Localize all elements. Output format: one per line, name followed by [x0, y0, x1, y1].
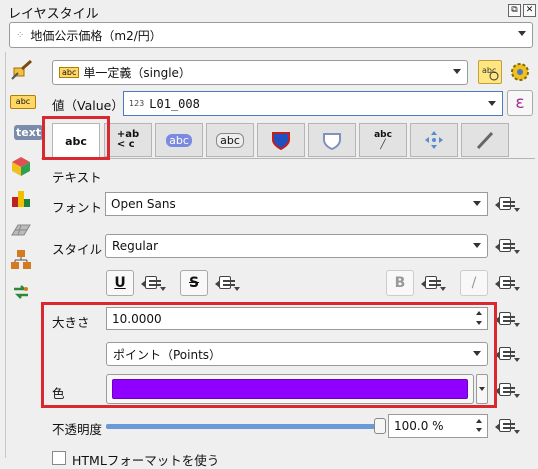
placement-icon: abc [374, 130, 392, 140]
tab-placement[interactable]: abc ╱ [359, 123, 407, 157]
hierarchy-icon[interactable] [10, 249, 34, 271]
font-select[interactable]: Open Sans [105, 192, 488, 216]
brush-icon[interactable] [10, 59, 34, 81]
strikeout-button[interactable]: S [180, 270, 208, 296]
tab-formatting[interactable]: +ab < c [104, 123, 152, 157]
placement-arrows-icon [425, 131, 443, 149]
opacity-slider-fill [106, 424, 382, 429]
data-defined-override-icon[interactable] [495, 344, 521, 364]
panel-divider [5, 52, 6, 458]
layer-select-value: 地価公示価格（m2/円） [30, 28, 162, 43]
section-heading: テキスト [52, 170, 102, 185]
tab-divider [41, 158, 535, 159]
renderer-select[interactable]: abc 単一定義（single） [52, 60, 468, 85]
data-defined-override-icon[interactable] [141, 273, 167, 293]
html-format-checkbox[interactable] [52, 451, 66, 465]
point-layer-icon: ⁘ [16, 29, 25, 41]
callout-icon [323, 133, 341, 151]
labels-toolbar-icon[interactable]: abc [478, 60, 502, 84]
html-format-label: HTMLフォーマットを使う [72, 453, 220, 468]
style-select[interactable]: Regular [105, 234, 488, 258]
close-icon[interactable]: ✕ [523, 4, 536, 17]
font-label: フォント [52, 200, 103, 215]
opacity-value: 100.0 % [394, 419, 444, 433]
opacity-slider-track[interactable] [106, 424, 382, 429]
underline-button[interactable]: U [106, 270, 134, 296]
value-label: 値（Value） [52, 98, 124, 113]
expression-button[interactable]: ε [507, 90, 533, 116]
data-defined-override-icon[interactable] [495, 416, 521, 436]
arrows-icon[interactable] [10, 281, 34, 303]
data-defined-override-icon[interactable] [495, 194, 521, 214]
text-icon[interactable]: text [14, 125, 44, 140]
label-badge-icon: abc [59, 67, 80, 78]
buffer-icon: abc [166, 133, 192, 147]
data-defined-override-icon[interactable] [495, 380, 521, 400]
font-select-value: Open Sans [111, 197, 176, 211]
tab-background[interactable]: abc [206, 123, 254, 157]
tab-buffer[interactable]: abc [155, 123, 203, 157]
value-text: L01_008 [149, 96, 200, 111]
value-expression-input[interactable]: 123 L01_008 [123, 91, 503, 116]
brush-icon [476, 131, 494, 150]
3d-box-icon[interactable] [10, 155, 34, 177]
chevron-down-icon [453, 69, 461, 74]
highlight-size-color [41, 302, 497, 408]
grid-icon[interactable] [10, 219, 34, 241]
data-defined-override-icon[interactable] [495, 273, 521, 293]
tab-callouts[interactable] [308, 123, 356, 157]
opacity-spinbox[interactable]: 100.0 % [388, 414, 488, 438]
background-icon: abc [216, 132, 244, 148]
chevron-down-icon [488, 101, 496, 106]
style-label: スタイル [52, 242, 103, 257]
chevron-down-icon [518, 31, 526, 36]
opacity-slider-handle[interactable] [374, 418, 386, 434]
data-defined-override-icon[interactable] [495, 309, 521, 329]
shield-icon [272, 132, 290, 151]
renderer-select-value: 単一定義（single） [83, 66, 191, 80]
gear-icon[interactable] [508, 60, 532, 84]
layer-select[interactable]: ⁘ 地価公示価格（m2/円） [9, 22, 533, 48]
palette-icon[interactable] [10, 187, 34, 209]
panel-title: レイヤスタイル [8, 7, 99, 22]
chevron-down-icon [473, 201, 481, 206]
spin-up-icon[interactable] [476, 419, 482, 423]
number-prefix: 123 [129, 99, 145, 108]
tab-rendering[interactable] [410, 123, 458, 157]
label-badge-icon: abc [10, 95, 36, 109]
float-icon[interactable]: ⧉ [508, 4, 521, 17]
highlight-text-tab [42, 116, 110, 160]
chevron-down-icon [473, 243, 481, 248]
data-defined-override-icon[interactable] [215, 273, 241, 293]
tab-mask[interactable] [461, 123, 509, 157]
data-defined-override-icon[interactable] [495, 236, 521, 256]
italic-button[interactable]: / [460, 270, 488, 296]
opacity-label: 不透明度 [52, 422, 103, 437]
data-defined-override-icon[interactable] [421, 273, 447, 293]
tab-shadow[interactable] [257, 123, 305, 157]
svg-text:abc: abc [482, 66, 496, 75]
bold-button[interactable]: B [386, 270, 414, 296]
style-select-value: Regular [112, 239, 159, 253]
spin-down-icon[interactable] [476, 428, 482, 432]
